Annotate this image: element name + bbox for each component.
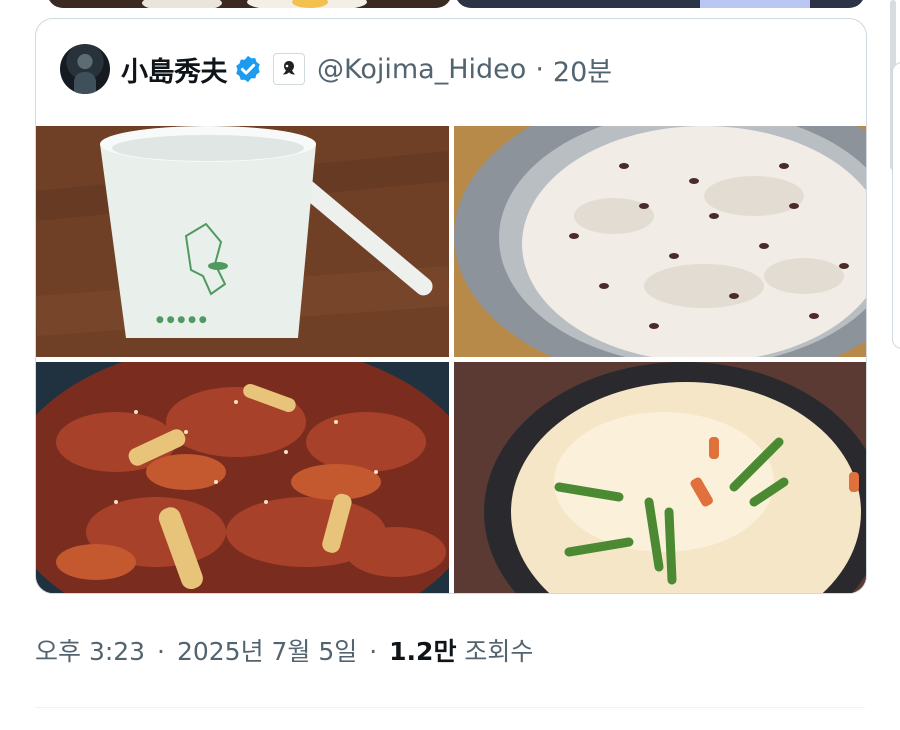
multigrain-rice-photo[interactable]	[454, 126, 866, 357]
previous-media-strip: 746-7700	[35, 0, 865, 8]
separator-dot: ·	[157, 637, 165, 666]
spicy-pork-photo[interactable]	[36, 362, 449, 593]
sign-text: 746-7700	[705, 0, 758, 1]
tweet-date[interactable]: 2025년 7월 5일	[177, 637, 357, 666]
relative-time[interactable]: 20분	[553, 50, 612, 89]
view-label: 조회수	[464, 637, 534, 666]
previous-photo-right[interactable]: 746-7700	[455, 0, 865, 8]
previous-photo-left[interactable]	[47, 0, 452, 8]
verified-badge-icon	[236, 55, 260, 83]
section-divider	[35, 707, 865, 708]
quoted-tweet-header: 小島秀夫 @Kojima_Hideo · 20분	[60, 43, 612, 95]
svg-text:● ● ● ● ●: ● ● ● ● ●	[156, 315, 207, 325]
affiliation-badge-icon[interactable]	[273, 53, 305, 85]
separator-dot: ·	[369, 637, 378, 666]
paper-cup-photo[interactable]: ● ● ● ● ●	[36, 126, 449, 357]
separator-dot: ·	[535, 53, 544, 85]
adjacent-panel-edge	[892, 62, 900, 349]
tweet-time[interactable]: 오후 3:23	[35, 637, 145, 666]
view-count: 1.2만	[389, 637, 457, 666]
tweet-meta-line: 오후 3:23 · 2025년 7월 5일 · 1.2만 조회수	[35, 632, 533, 668]
author-handle[interactable]: @Kojima_Hideo	[317, 54, 526, 85]
quoted-tweet-card[interactable]: 小島秀夫 @Kojima_Hideo · 20분 ● ● ● ● ●	[35, 18, 867, 594]
tweet-detail-view: 746-7700 小島秀夫 @Kojima_Hideo · 20분	[0, 0, 900, 730]
steamed-egg-photo[interactable]	[454, 362, 866, 593]
avatar[interactable]	[60, 44, 110, 94]
author-name[interactable]: 小島秀夫	[121, 50, 228, 89]
photo-grid: ● ● ● ● ●	[36, 126, 866, 593]
